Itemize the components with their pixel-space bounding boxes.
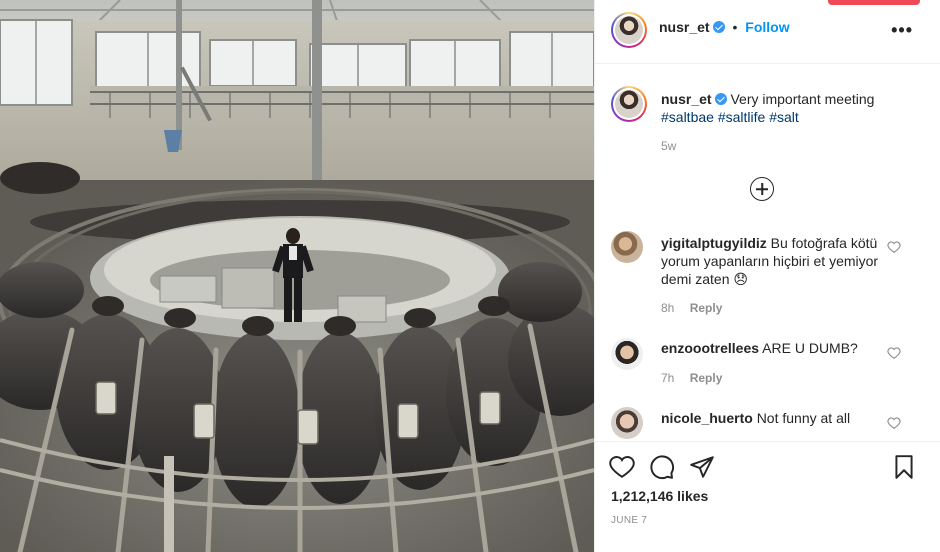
plus-circle-icon[interactable] — [750, 177, 774, 201]
share-icon[interactable] — [689, 454, 715, 480]
separator-dot: • — [732, 19, 738, 35]
caption-text: Very important meeting — [730, 91, 875, 107]
more-options-icon[interactable]: ••• — [891, 20, 913, 41]
verified-badge-icon — [712, 21, 725, 33]
milking-parlor-photo — [0, 0, 594, 552]
post-actions: 1,212,146 likes JUNE 7 — [595, 441, 940, 552]
post-date[interactable]: JUNE 7 — [611, 515, 647, 526]
reply-button[interactable]: Reply — [690, 371, 723, 385]
comment-username[interactable]: nicole_huerto — [661, 410, 753, 426]
heart-icon[interactable] — [609, 454, 635, 480]
comment-meta: 7h Reply — [661, 371, 722, 385]
caption-timestamp[interactable]: 5w — [661, 139, 676, 153]
comment-meta: 8h Reply — [661, 301, 722, 315]
comment-username[interactable]: yigitalptugyildiz — [661, 235, 767, 251]
heart-icon[interactable] — [887, 240, 901, 254]
comment-icon[interactable] — [649, 454, 675, 480]
caption-avatar[interactable] — [611, 86, 647, 122]
commenter-avatar[interactable] — [611, 231, 643, 263]
like-count[interactable]: 1,212,146 likes — [611, 488, 708, 504]
hashtag-link[interactable]: #salt — [769, 109, 799, 125]
post-header: nusr_et • Follow ••• — [595, 0, 940, 64]
caption-username[interactable]: nusr_et — [661, 91, 712, 107]
heart-icon[interactable] — [887, 346, 901, 360]
comment-username[interactable]: enzoootrellees — [661, 340, 759, 356]
hashtag-link[interactable]: #saltlife — [718, 109, 765, 125]
comment-body: nicole_huerto Not funny at all — [661, 409, 891, 427]
post-caption: nusr_et Very important meeting #saltbae … — [661, 90, 921, 126]
bookmark-icon[interactable] — [891, 454, 917, 480]
comment-body: enzoootrellees ARE U DUMB? — [661, 339, 891, 357]
comment-timestamp[interactable]: 8h — [661, 301, 674, 315]
heart-icon[interactable] — [887, 416, 901, 430]
hashtag-link[interactable]: #saltbae — [661, 109, 714, 125]
commenter-avatar[interactable] — [611, 407, 643, 439]
comment-timestamp[interactable]: 7h — [661, 371, 674, 385]
follow-button[interactable]: Follow — [745, 19, 789, 35]
verified-badge-icon — [714, 93, 727, 105]
post-sidebar: nusr_et • Follow ••• nusr_et Very import… — [594, 0, 940, 552]
reply-button[interactable]: Reply — [690, 301, 723, 315]
commenter-avatar[interactable] — [611, 338, 643, 370]
author-avatar[interactable] — [611, 12, 647, 48]
post-image[interactable] — [0, 0, 594, 552]
comment-text: ARE U DUMB? — [762, 340, 858, 356]
comment-body: yigitalptugyildiz Bu fotoğrafa kötü yoru… — [661, 234, 891, 288]
comment-text: Not funny at all — [756, 410, 851, 426]
author-username[interactable]: nusr_et — [659, 19, 710, 35]
